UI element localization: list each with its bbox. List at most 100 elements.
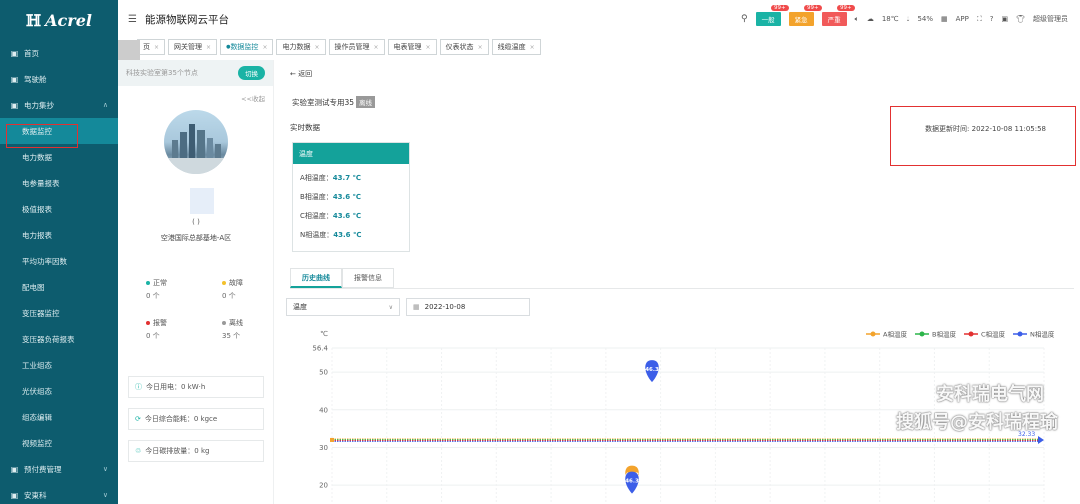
logo-icon: ℍ <box>26 10 42 30</box>
sidebar-item-label: 电力数据 <box>22 152 52 162</box>
stat-offline: 离线 35 个 <box>222 319 243 340</box>
min-marker-pin-n-label: 46.3 <box>625 479 639 485</box>
app-label[interactable]: APP <box>956 15 969 23</box>
tab-label: 仪表状态 <box>445 43 474 51</box>
close-icon[interactable]: × <box>530 44 535 51</box>
misc-icon: ▣ <box>10 490 19 500</box>
app-qr-icon[interactable]: ▦ <box>941 15 948 23</box>
y-tick-label: 56.4 <box>312 345 328 353</box>
subtab-bar: 历史曲线 报警信息 <box>290 268 394 288</box>
status-dot <box>146 321 150 325</box>
tab-history-curve[interactable]: 历史曲线 <box>290 268 342 288</box>
sidebar-item-13[interactable]: 光伏组态 <box>0 378 118 404</box>
badge-serious[interactable]: 严重 99+ <box>821 5 855 26</box>
legend-label: C相温度 <box>981 330 1006 339</box>
tab-5[interactable]: 电表管理 × <box>387 39 437 55</box>
close-icon[interactable]: × <box>262 44 267 51</box>
sidebar-item-6[interactable]: 极值报表 <box>0 196 118 222</box>
temp-row-b: B相温度：43.6 ℃ <box>300 193 361 201</box>
sidebar-item-5[interactable]: 电参量报表 <box>0 170 118 196</box>
switch-button[interactable]: 切换 <box>238 66 265 80</box>
legend-marker-dot <box>870 331 876 337</box>
tab-2[interactable]: ● 数据监控 × <box>220 39 274 55</box>
sidebar-item-label: 安東科 <box>24 490 47 500</box>
sidebar-item-9[interactable]: 配电图 <box>0 274 118 300</box>
help-icon[interactable]: ? <box>990 15 994 23</box>
sidebar-item-12[interactable]: 工业组态 <box>0 352 118 378</box>
watermark-line2: 搜狐号@安科瑞程瑜 <box>896 412 1058 433</box>
shirt-icon[interactable]: 👕︎ <box>1016 15 1025 23</box>
user-name[interactable]: 超级管理员 <box>1033 14 1068 24</box>
tab-6[interactable]: 仪表状态 × <box>439 39 489 55</box>
sidebar-item-label: 电力集抄 <box>24 100 54 110</box>
tab-3[interactable]: 电力数据 × <box>276 39 326 55</box>
message-icon[interactable]: ▣ <box>1001 15 1008 23</box>
tab-0[interactable]: 页 × <box>137 39 166 55</box>
sidebar-item-7[interactable]: 电力报表 <box>0 222 118 248</box>
tab-4[interactable]: 操作员管理 × <box>328 39 385 55</box>
sidebar-item-14[interactable]: 组态编辑 <box>0 404 118 430</box>
temperature-card: 温度 A相温度：43.7 ℃ B相温度：43.6 ℃ C相温度：43.6 ℃ N… <box>292 142 410 252</box>
station-name: 空港国际总部基地-A区 <box>160 234 232 242</box>
date-picker[interactable]: ▦ 2022-10-08 <box>406 298 530 316</box>
y-tick-label: 30 <box>319 444 328 452</box>
tab-label: 网关管理 <box>174 43 203 51</box>
close-icon[interactable]: × <box>374 44 379 51</box>
status-dot <box>146 281 150 285</box>
close-icon[interactable]: × <box>206 44 211 51</box>
collapse-link[interactable]: <<收起 <box>241 93 265 103</box>
sidebar-item-1[interactable]: ▣ 驾驶舱 <box>0 66 118 92</box>
energy-icon: ⟳ <box>135 415 141 423</box>
sidebar-item-label: 预付费管理 <box>24 464 62 474</box>
sidebar-item-label: 平均功率因数 <box>22 256 67 266</box>
sidebar-item-15[interactable]: 视频监控 <box>0 430 118 456</box>
sidebar-item-label: 视频监控 <box>22 438 52 448</box>
site-image <box>164 110 228 174</box>
tab-label: 电力数据 <box>282 43 311 51</box>
sidebar-item-label: 首页 <box>24 48 39 58</box>
watermark-line1: 安科瑞电气网 <box>936 384 1044 405</box>
badge-urgent[interactable]: 紧急 99+ <box>788 5 822 26</box>
tab-1[interactable]: 网关管理 × <box>168 39 218 55</box>
volume-icon[interactable]: 🔈︎ <box>855 15 859 24</box>
close-icon[interactable]: × <box>478 44 483 51</box>
back-link[interactable]: ← 返回 <box>290 69 312 79</box>
qr-code-image <box>190 188 214 214</box>
close-icon[interactable]: × <box>154 44 159 51</box>
sidebar-item-0[interactable]: ▣ 首页 <box>0 40 118 66</box>
energy-today-carbon: ♲ 今日碳排放量：0 kg <box>128 440 264 462</box>
site-code: ( ) <box>192 218 200 226</box>
metric-select[interactable]: 温度 ∨ <box>286 298 400 316</box>
sidebar-item-16[interactable]: ▣ 预付费管理 ∨ <box>0 456 118 482</box>
sidebar-item-label: 电力报表 <box>22 230 52 240</box>
sidebar-item-label: 工业组态 <box>22 360 52 370</box>
sidebar-item-17[interactable]: ▣ 安東科 ∨ <box>0 482 118 504</box>
chevron-down-icon: ∨ <box>102 491 108 499</box>
sidebar-item-10[interactable]: 变压器监控 <box>0 300 118 326</box>
energy-today-electricity: ⓘ 今日用电：0 kW·h <box>128 376 264 398</box>
sidebar-item-11[interactable]: 变压器负荷报表 <box>0 326 118 352</box>
badge-general[interactable]: 一般 99+ <box>755 5 789 26</box>
site-hint: 科技实验室第35个节点 <box>126 69 198 77</box>
chevron-up-icon: ∧ <box>102 101 108 109</box>
temperature-value: 18℃ <box>881 15 899 23</box>
menu-toggle-icon[interactable]: ☰ <box>128 14 137 25</box>
close-icon[interactable]: × <box>314 44 319 51</box>
status-dot <box>222 321 226 325</box>
header-tools: ⚲ 一般 99+ 紧急 99+ 严重 99+ 🔈︎ ☁ 18℃ 💧︎ 54% ▦ AP… <box>741 5 1080 26</box>
sidebar-item-2[interactable]: ▣ 电力集抄 ∧ <box>0 92 118 118</box>
tab-7[interactable]: 线缆温度 × <box>491 39 541 55</box>
y-tick-label: 20 <box>319 482 328 490</box>
tab-label: 线缆温度 <box>497 43 526 51</box>
fullscreen-icon[interactable]: ⛶ <box>977 15 982 24</box>
y-axis-unit: ℃ <box>320 330 328 338</box>
main-content: ← 返回 实验室测试专用35 离线 实时数据 数据更新时间: 2022-10-08… <box>284 60 1080 504</box>
logo: ℍ Acrel <box>0 0 118 40</box>
header: ☰ 能源物联网云平台 ⚲ 一般 99+ 紧急 99+ 严重 99+ 🔈︎ ☁ 18℃ … <box>118 0 1080 38</box>
left-panel: 科技实验室第35个节点 切换 <<收起 ( ) 空港国际总部基地-A区 正常 0… <box>118 60 274 504</box>
tab-alarm-info[interactable]: 报警信息 <box>342 268 394 288</box>
sidebar-item-8[interactable]: 平均功率因数 <box>0 248 118 274</box>
chevron-down-icon: ∨ <box>388 303 393 311</box>
close-icon[interactable]: × <box>426 44 431 51</box>
search-icon[interactable]: ⚲ <box>741 14 748 24</box>
